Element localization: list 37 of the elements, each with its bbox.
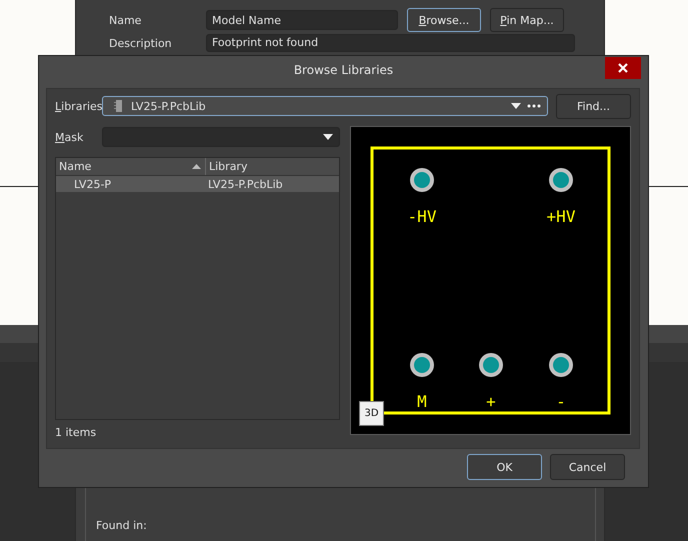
table-cell-text: LV25-P xyxy=(73,178,112,190)
field-label: Description xyxy=(109,36,173,50)
pad xyxy=(410,353,434,377)
pad xyxy=(549,353,573,377)
text-field[interactable]: Footprint not found xyxy=(206,34,575,52)
close-icon xyxy=(618,63,628,73)
pad xyxy=(549,168,573,192)
close-button[interactable] xyxy=(605,57,641,79)
more-icon[interactable] xyxy=(527,104,541,108)
list-row[interactable]: LV25-P LV25-P.PcbLib xyxy=(56,176,339,192)
column-header[interactable]: Name xyxy=(56,158,206,175)
column-header[interactable]: Library xyxy=(206,158,339,175)
pin-label: M xyxy=(417,392,427,411)
pin-label: + xyxy=(486,392,496,411)
3d-button[interactable]: 3D xyxy=(359,401,384,426)
pin-label: +HV xyxy=(546,207,576,226)
libraries-label: Libraries xyxy=(55,100,102,112)
dialog-button[interactable]: Cancel xyxy=(550,454,625,480)
item-count: 1 items xyxy=(55,426,98,439)
text-field[interactable]: Model Name xyxy=(206,10,398,30)
caret-icon xyxy=(511,103,521,109)
dialog-button[interactable]: Pin Map... xyxy=(490,8,564,32)
pad xyxy=(410,168,434,192)
pad xyxy=(479,353,503,377)
field-label: Name xyxy=(109,14,142,26)
pin-label: - xyxy=(556,392,566,411)
found-in-label: Found in: xyxy=(96,519,147,532)
window-title: Browse Libraries xyxy=(294,63,394,77)
library-icon xyxy=(113,99,125,113)
libraries-dropdown[interactable]: LV25-P.PcbLib xyxy=(102,96,548,116)
pin-label: -HV xyxy=(408,207,436,226)
table-cell: LV25-P.PcbLib xyxy=(208,178,283,190)
dialog-button[interactable]: OK xyxy=(467,454,542,480)
find-button[interactable]: Find... xyxy=(556,94,631,118)
dialog-button[interactable]: Browse... xyxy=(407,8,481,32)
mask-label: Mask xyxy=(55,130,84,144)
caret-icon xyxy=(323,134,333,140)
